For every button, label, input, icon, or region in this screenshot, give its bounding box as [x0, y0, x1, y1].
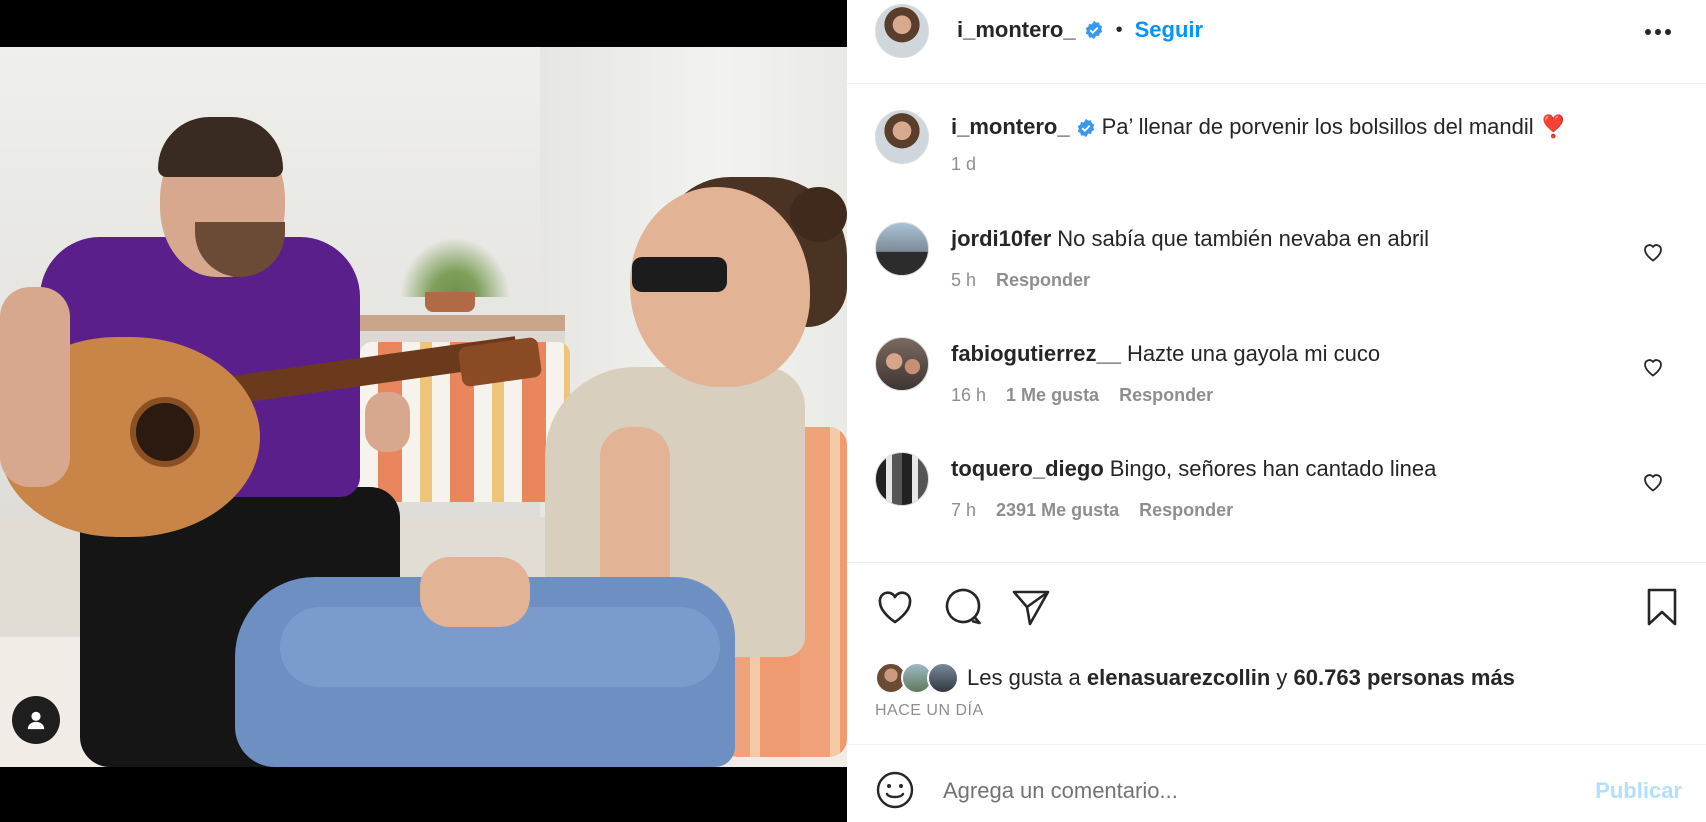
- like-heart-icon[interactable]: [873, 585, 917, 629]
- like-comment-heart-icon[interactable]: [1641, 240, 1665, 264]
- comment-text: Bingo, señores han cantado linea: [1109, 456, 1437, 481]
- share-send-icon[interactable]: [1009, 585, 1053, 629]
- composer-divider: [847, 744, 1706, 745]
- reply-button[interactable]: Responder: [1119, 385, 1213, 406]
- comment-time[interactable]: 5 h: [951, 270, 976, 291]
- publish-button[interactable]: Publicar: [1595, 778, 1682, 804]
- follow-button[interactable]: Seguir: [1135, 17, 1203, 43]
- caption-body: Pa’ llenar de porvenir los bolsillos del…: [1101, 114, 1534, 139]
- comment-username[interactable]: toquero_diego: [951, 456, 1104, 481]
- comment-likes[interactable]: 2391 Me gusta: [996, 500, 1119, 521]
- emoji-smiley-icon[interactable]: [875, 770, 915, 810]
- commenter-avatar[interactable]: [875, 222, 929, 276]
- caption-time[interactable]: 1 d: [951, 154, 976, 175]
- verified-badge-icon: [1077, 119, 1094, 138]
- tagged-users-button[interactable]: [12, 696, 60, 744]
- likes-text: Les gusta a elenasuarezcollin y 60.763 p…: [967, 665, 1515, 690]
- caption: i_montero_ Pa’ llenar de porvenir los bo…: [875, 110, 1675, 180]
- comment-text: No sabía que también nevaba en abril: [1057, 226, 1430, 251]
- liker-avatars: [875, 660, 965, 696]
- add-comment-input[interactable]: [943, 772, 1543, 810]
- like-comment-heart-icon[interactable]: [1641, 470, 1665, 494]
- post-timestamp[interactable]: HACE UN DÍA: [875, 702, 984, 720]
- post-header: i_montero_ • Seguir: [847, 0, 1706, 84]
- comment-bubble-icon[interactable]: [941, 585, 985, 629]
- comment-time[interactable]: 16 h: [951, 385, 986, 406]
- caption-author-avatar[interactable]: [875, 110, 929, 164]
- caption-username[interactable]: i_montero_: [951, 114, 1070, 139]
- bookmark-save-icon[interactable]: [1640, 585, 1684, 629]
- author-line: i_montero_ • Seguir: [957, 17, 1203, 43]
- comment-likes[interactable]: 1 Me gusta: [1006, 385, 1099, 406]
- likes-summary[interactable]: Les gusta a elenasuarezcollin y 60.763 p…: [875, 660, 1515, 696]
- comment-username[interactable]: fabiogutierrez__: [951, 341, 1121, 366]
- more-options-button[interactable]: [1638, 20, 1678, 44]
- commenter-avatar[interactable]: [875, 337, 929, 391]
- more-horizontal-icon: [1645, 29, 1671, 35]
- dot-separator: •: [1115, 18, 1123, 41]
- like-comment-heart-icon[interactable]: [1641, 355, 1665, 379]
- comment-item: fabiogutierrez__ Hazte una gayola mi cuco…: [875, 337, 1675, 417]
- comment-item: jordi10fer No sabía que también nevaba en…: [875, 222, 1675, 302]
- comment-item: toquero_diego Bingo, señores han cantado …: [875, 452, 1675, 532]
- author-avatar[interactable]: [875, 4, 929, 58]
- post-media[interactable]: [0, 0, 847, 822]
- liker-avatar: [927, 662, 959, 694]
- author-username[interactable]: i_montero_: [957, 17, 1076, 43]
- comment-username[interactable]: jordi10fer: [951, 226, 1051, 251]
- reply-button[interactable]: Responder: [996, 270, 1090, 291]
- reply-button[interactable]: Responder: [1139, 500, 1233, 521]
- actions-divider: [847, 562, 1706, 563]
- commenter-avatar[interactable]: [875, 452, 929, 506]
- comment-time[interactable]: 7 h: [951, 500, 976, 521]
- comment-text: Hazte una gayola mi cuco: [1126, 341, 1381, 366]
- heart-exclamation-emoji: ❣️: [1539, 114, 1568, 139]
- caption-text: i_montero_ Pa’ llenar de porvenir los bo…: [951, 112, 1631, 142]
- post-sidebar: i_montero_ • Seguir i_montero_ Pa’ llena…: [847, 0, 1706, 822]
- liker-username[interactable]: elenasuarezcollin: [1087, 665, 1270, 690]
- verified-badge-icon: [1085, 20, 1102, 40]
- likes-count[interactable]: 60.763 personas más: [1294, 665, 1515, 690]
- post-photo: [0, 47, 847, 767]
- user-icon: [27, 711, 45, 730]
